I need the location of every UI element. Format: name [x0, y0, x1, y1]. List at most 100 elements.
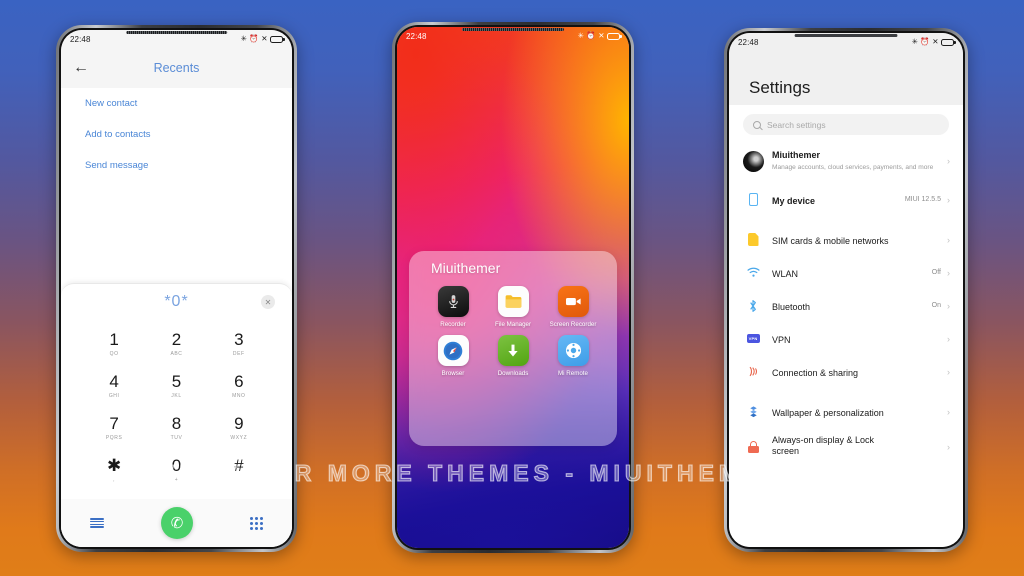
- dial-key-8[interactable]: 8 TUV: [145, 408, 207, 448]
- settings-row-my-device[interactable]: My device MIUI 12.5.5 ›: [729, 183, 963, 216]
- downloads-icon: [497, 335, 529, 367]
- settings-row-wlan[interactable]: WLAN Off ›: [729, 256, 963, 289]
- status-time: 22:48: [70, 34, 91, 44]
- app-file-manager[interactable]: File Manager: [483, 286, 543, 329]
- dial-key-0[interactable]: 0 +: [145, 450, 207, 490]
- row-text: WLAN: [764, 264, 932, 282]
- app-recorder[interactable]: Recorder: [423, 286, 483, 329]
- battery-icon: [607, 32, 622, 40]
- dial-key-letters: PQRS: [105, 435, 123, 441]
- connection-sharing-icon: [742, 365, 764, 378]
- settings-row-bluetooth[interactable]: Bluetooth On ›: [729, 289, 963, 322]
- dial-key-5[interactable]: 5 JKL: [145, 366, 207, 406]
- keypad-grid-icon[interactable]: [250, 516, 264, 530]
- phone1-bezel: 22:48 ✳ ⏰ ✕ ← Recents New contact Add to…: [59, 28, 294, 549]
- dial-key-digit: ✱: [107, 456, 122, 475]
- search-placeholder: Search settings: [767, 119, 826, 130]
- alarm-icon: ⏰: [920, 37, 930, 47]
- dial-key-3[interactable]: 3 DEF: [208, 324, 270, 364]
- wallpaper-icon: [742, 405, 764, 418]
- chevron-right-icon: ›: [947, 194, 950, 205]
- app-folder[interactable]: Miuithemer Recorder File Manager Screen …: [409, 251, 617, 446]
- home-screen-phone: 22:48 ✳ ⏰ ✕ Miuithemer Recorder File Man…: [392, 22, 634, 553]
- settings-row-wallpaper[interactable]: Wallpaper & personalization ›: [729, 395, 963, 428]
- row-label: Always-on display & Lock screen: [772, 434, 875, 457]
- dial-key-2[interactable]: 2 ABC: [145, 324, 207, 364]
- row-label: Wallpaper & personalization: [772, 407, 884, 418]
- account-subtitle: Manage accounts, cloud services, payment…: [772, 163, 934, 171]
- number-display-row: *0* ✕: [61, 284, 292, 320]
- phone3-bezel: 22:48 ✳ ⏰ ✕ Settings Search settings Miu…: [727, 31, 965, 549]
- lock-icon: [742, 441, 764, 453]
- settings-row-account[interactable]: Miuithemer Manage accounts, cloud servic…: [729, 139, 963, 183]
- dial-key-digit: 6: [234, 372, 244, 391]
- dial-key-hash[interactable]: #: [208, 450, 270, 490]
- app-screen-recorder[interactable]: Screen Recorder: [543, 286, 603, 329]
- phone2-bezel: 22:48 ✳ ⏰ ✕ Miuithemer Recorder File Man…: [395, 25, 631, 550]
- phone3-screen: 22:48 ✳ ⏰ ✕ Settings Search settings Miu…: [729, 33, 963, 547]
- chevron-right-icon: ›: [947, 442, 950, 452]
- settings-row-sim-cards[interactable]: SIM cards & mobile networks ›: [729, 223, 963, 256]
- dial-key-digit: #: [234, 456, 244, 475]
- app-mi-remote[interactable]: Mi Remote: [543, 335, 603, 378]
- row-text: SIM cards & mobile networks: [764, 231, 941, 249]
- dial-key-letters: JKL: [171, 393, 182, 399]
- app-label: Browser: [441, 370, 465, 378]
- earpiece-grille: [125, 31, 228, 34]
- call-button-icon[interactable]: ✆: [160, 507, 193, 539]
- dial-key-4[interactable]: 4 GHI: [83, 366, 145, 406]
- folder-title: Miuithemer: [431, 260, 501, 276]
- dial-key-7[interactable]: 7 PQRS: [83, 408, 145, 448]
- dial-key-digit: 7: [109, 414, 119, 433]
- row-value: Off: [931, 269, 941, 276]
- screen-recorder-icon: [557, 286, 589, 317]
- dial-panel: *0* ✕ 1 QO 2 ABC 3 DEF 4 GHI 5 JKL 6 MNO 7 PQRS 8 TUV 9 W…: [61, 283, 292, 547]
- row-label: WLAN: [772, 268, 799, 279]
- settings-phone: 22:48 ✳ ⏰ ✕ Settings Search settings Miu…: [724, 28, 968, 552]
- battery-icon: [941, 38, 956, 46]
- list-divider-gap: [729, 388, 963, 395]
- device-icon: [742, 193, 764, 206]
- app-label: Downloads: [497, 370, 529, 378]
- mute-icon: ✕: [932, 37, 939, 47]
- status-icons: ✳ ⏰ ✕: [578, 31, 622, 41]
- earpiece-grille: [794, 34, 898, 37]
- dial-key-letters: TUV: [170, 435, 183, 441]
- app-browser[interactable]: Browser: [423, 335, 483, 378]
- row-text: Miuithemer Manage accounts, cloud servic…: [764, 150, 947, 172]
- action-new-contact[interactable]: New contact: [61, 88, 292, 119]
- bluetooth-icon: ✳: [911, 37, 918, 47]
- mi-remote-icon: [557, 335, 589, 367]
- file-manager-icon: [497, 286, 529, 317]
- chevron-right-icon: ›: [947, 156, 950, 166]
- dial-key-letters: GHI: [108, 393, 120, 399]
- recents-header: ← Recents: [61, 48, 292, 88]
- dial-key-letters: +: [174, 477, 179, 483]
- dial-key-letters: ,: [113, 477, 116, 483]
- dial-key-letters: WXYZ: [230, 435, 248, 441]
- dialed-number[interactable]: *0*: [164, 293, 188, 311]
- action-add-to-contacts[interactable]: Add to contacts: [61, 119, 292, 150]
- row-text: VPN: [764, 330, 941, 348]
- dial-key-6[interactable]: 6 MNO: [208, 366, 270, 406]
- dial-key-letters: DEF: [232, 351, 245, 357]
- row-value: MIUI 12.5.5: [904, 196, 941, 203]
- dial-key-digit: 4: [109, 372, 119, 391]
- clear-number-button[interactable]: ✕: [261, 295, 275, 309]
- search-input[interactable]: Search settings: [743, 114, 949, 135]
- action-send-message[interactable]: Send message: [61, 150, 292, 181]
- settings-list: Search settings Miuithemer Manage accoun…: [729, 105, 963, 547]
- call-log-list-icon[interactable]: [89, 518, 104, 528]
- dial-key-star[interactable]: ✱,: [83, 450, 145, 490]
- settings-row-vpn[interactable]: VPN VPN ›: [729, 322, 963, 355]
- settings-row-lock-screen[interactable]: Always-on display & Lock screen ›: [729, 428, 963, 466]
- list-divider-gap: [729, 216, 963, 223]
- bluetooth-icon: [742, 299, 764, 313]
- dial-key-9[interactable]: 9 WXYZ: [208, 408, 270, 448]
- status-icons: ✳ ⏰ ✕: [911, 37, 956, 47]
- dial-keypad[interactable]: 1 QO 2 ABC 3 DEF 4 GHI 5 JKL 6 MNO 7 PQRS 8 TUV 9 WXYZ ✱, 0…: [61, 320, 292, 490]
- dial-key-1[interactable]: 1 QO: [83, 324, 145, 364]
- app-downloads[interactable]: Downloads: [483, 335, 543, 378]
- alarm-icon: ⏰: [586, 31, 596, 41]
- settings-row-connection-sharing[interactable]: Connection & sharing ›: [729, 355, 963, 388]
